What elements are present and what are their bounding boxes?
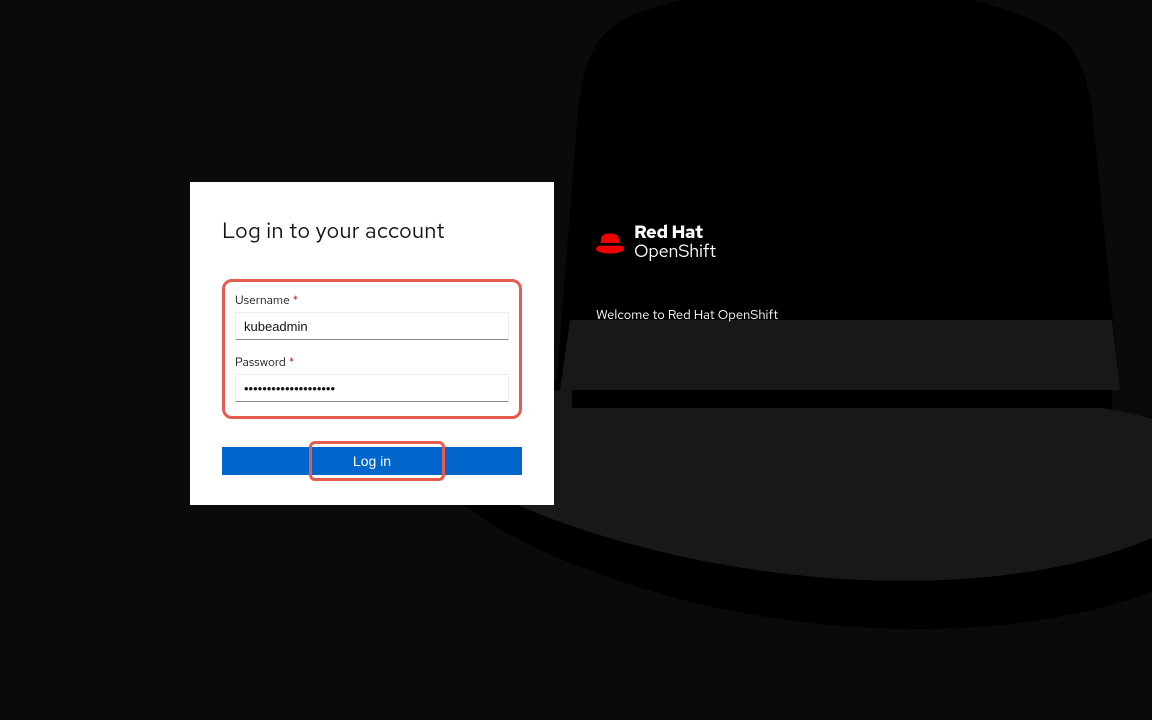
credentials-highlight: Username* Password* xyxy=(222,279,522,419)
brand-text: Red Hat OpenShift xyxy=(634,224,716,262)
password-label: Password* xyxy=(235,354,509,370)
welcome-text: Welcome to Red Hat OpenShift xyxy=(596,306,778,323)
login-heading: Log in to your account xyxy=(222,216,522,245)
brand-column: Red Hat OpenShift Welcome to Red Hat Ope… xyxy=(596,182,778,323)
brand-logo-row: Red Hat OpenShift xyxy=(596,224,778,262)
brand-line-2: OpenShift xyxy=(634,243,716,262)
redhat-fedora-icon xyxy=(596,232,624,254)
login-button[interactable]: Log in xyxy=(222,447,522,475)
password-input[interactable] xyxy=(235,374,509,402)
login-card: Log in to your account Username* Passwor… xyxy=(190,182,554,505)
username-label: Username* xyxy=(235,292,509,308)
required-asterisk: * xyxy=(293,292,298,308)
required-asterisk: * xyxy=(289,354,294,370)
username-input[interactable] xyxy=(235,312,509,340)
login-button-highlight: Log in xyxy=(222,447,522,475)
